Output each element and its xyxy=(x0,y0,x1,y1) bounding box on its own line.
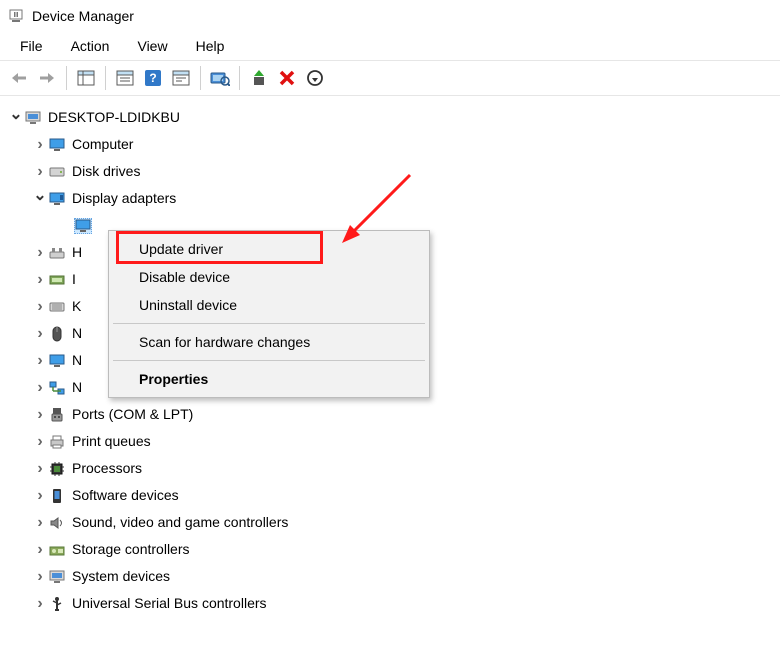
disk-icon xyxy=(48,164,66,180)
tree-item-label: Software devices xyxy=(72,484,179,508)
context-menu: Update driver Disable device Uninstall d… xyxy=(108,230,430,398)
tree-item-storage[interactable]: Storage controllers xyxy=(4,536,776,563)
tree-item-label: Ports (COM & LPT) xyxy=(72,403,193,427)
toolbar-sep xyxy=(200,66,201,90)
chevron-right-icon[interactable] xyxy=(32,401,48,428)
app-icon xyxy=(8,8,24,24)
tree-item-usb[interactable]: Universal Serial Bus controllers xyxy=(4,590,776,617)
update-driver-button[interactable] xyxy=(246,65,272,91)
titlebar: Device Manager xyxy=(0,0,780,30)
monitor-icon xyxy=(48,353,66,369)
chevron-right-icon[interactable] xyxy=(32,239,48,266)
chevron-right-icon[interactable] xyxy=(32,266,48,293)
tree-item-print-queues[interactable]: Print queues xyxy=(4,428,776,455)
chevron-right-icon[interactable] xyxy=(32,320,48,347)
chevron-right-icon[interactable] xyxy=(32,590,48,617)
tree-item-software-devices[interactable]: Software devices xyxy=(4,482,776,509)
tree-item-label: Display adapters xyxy=(72,187,176,211)
tree-item-label: System devices xyxy=(72,565,170,589)
help-button[interactable]: ? xyxy=(140,65,166,91)
menu-file[interactable]: File xyxy=(6,34,57,58)
toolbar-sep xyxy=(105,66,106,90)
tree-item-sound[interactable]: Sound, video and game controllers xyxy=(4,509,776,536)
chevron-right-icon[interactable] xyxy=(32,482,48,509)
ctx-uninstall-device[interactable]: Uninstall device xyxy=(111,291,427,319)
tree-item-display-adapters[interactable]: Display adapters xyxy=(4,185,776,212)
tree-item-label: H xyxy=(72,241,82,265)
menu-view[interactable]: View xyxy=(123,34,181,58)
mouse-icon xyxy=(48,326,66,342)
toolbar-sep xyxy=(66,66,67,90)
scan-hardware-button[interactable] xyxy=(207,65,233,91)
tree-item-label: I xyxy=(72,268,76,292)
display-adapter-icon xyxy=(74,218,92,234)
chevron-right-icon[interactable] xyxy=(32,131,48,158)
show-hide-console-button[interactable] xyxy=(73,65,99,91)
tree-item-label: Print queues xyxy=(72,430,151,454)
usb-icon xyxy=(48,596,66,612)
ide-icon xyxy=(48,272,66,288)
speaker-icon xyxy=(48,515,66,531)
tree-root-label: DESKTOP-LDIDKBU xyxy=(48,106,180,130)
tree-item-label: Computer xyxy=(72,133,133,157)
disable-button[interactable] xyxy=(302,65,328,91)
tree-item-disk-drives[interactable]: Disk drives xyxy=(4,158,776,185)
chevron-right-icon[interactable] xyxy=(32,347,48,374)
printer-icon xyxy=(48,434,66,450)
chevron-right-icon[interactable] xyxy=(32,374,48,401)
chevron-right-icon[interactable] xyxy=(32,293,48,320)
action-props-button[interactable] xyxy=(168,65,194,91)
toolbar-sep xyxy=(239,66,240,90)
toolbar: ? xyxy=(0,60,780,96)
tree-item-system-devices[interactable]: System devices xyxy=(4,563,776,590)
chevron-down-icon[interactable] xyxy=(8,104,24,131)
window-title: Device Manager xyxy=(32,8,134,24)
menubar: File Action View Help xyxy=(0,30,780,60)
tree-item-label: Storage controllers xyxy=(72,538,190,562)
processor-icon xyxy=(48,461,66,477)
menu-action[interactable]: Action xyxy=(57,34,124,58)
tree-item-label: K xyxy=(72,295,81,319)
chevron-right-icon[interactable] xyxy=(32,509,48,536)
ctx-scan-hardware[interactable]: Scan for hardware changes xyxy=(111,328,427,356)
software-device-icon xyxy=(48,488,66,504)
back-button[interactable] xyxy=(6,65,32,91)
ctx-update-driver[interactable]: Update driver xyxy=(111,235,427,263)
tree-item-label: Universal Serial Bus controllers xyxy=(72,592,267,616)
network-icon xyxy=(48,380,66,396)
display-adapter-icon xyxy=(48,191,66,207)
computer-icon xyxy=(24,110,42,126)
tree-item-label: Disk drives xyxy=(72,160,140,184)
svg-text:?: ? xyxy=(149,71,156,85)
ctx-properties[interactable]: Properties xyxy=(111,365,427,393)
forward-button[interactable] xyxy=(34,65,60,91)
hid-icon xyxy=(48,245,66,261)
tree-item-computer[interactable]: Computer xyxy=(4,131,776,158)
chevron-right-icon[interactable] xyxy=(32,455,48,482)
port-icon xyxy=(48,407,66,423)
keyboard-icon xyxy=(48,299,66,315)
tree-item-label: Processors xyxy=(72,457,142,481)
monitor-icon xyxy=(48,137,66,153)
properties-button[interactable] xyxy=(112,65,138,91)
ctx-separator xyxy=(113,323,425,324)
chevron-down-icon[interactable] xyxy=(32,185,48,212)
tree-root[interactable]: DESKTOP-LDIDKBU xyxy=(4,104,776,131)
chevron-right-icon[interactable] xyxy=(32,536,48,563)
uninstall-button[interactable] xyxy=(274,65,300,91)
storage-controller-icon xyxy=(48,542,66,558)
tree-item-processors[interactable]: Processors xyxy=(4,455,776,482)
chevron-right-icon[interactable] xyxy=(32,428,48,455)
system-device-icon xyxy=(48,569,66,585)
tree-item-label: Sound, video and game controllers xyxy=(72,511,288,535)
menu-help[interactable]: Help xyxy=(182,34,239,58)
tree-item-label: N xyxy=(72,376,82,400)
chevron-right-icon[interactable] xyxy=(32,563,48,590)
tree-item-label: N xyxy=(72,349,82,373)
ctx-disable-device[interactable]: Disable device xyxy=(111,263,427,291)
ctx-separator xyxy=(113,360,425,361)
tree-item-ports[interactable]: Ports (COM & LPT) xyxy=(4,401,776,428)
tree-item-label: N xyxy=(72,322,82,346)
